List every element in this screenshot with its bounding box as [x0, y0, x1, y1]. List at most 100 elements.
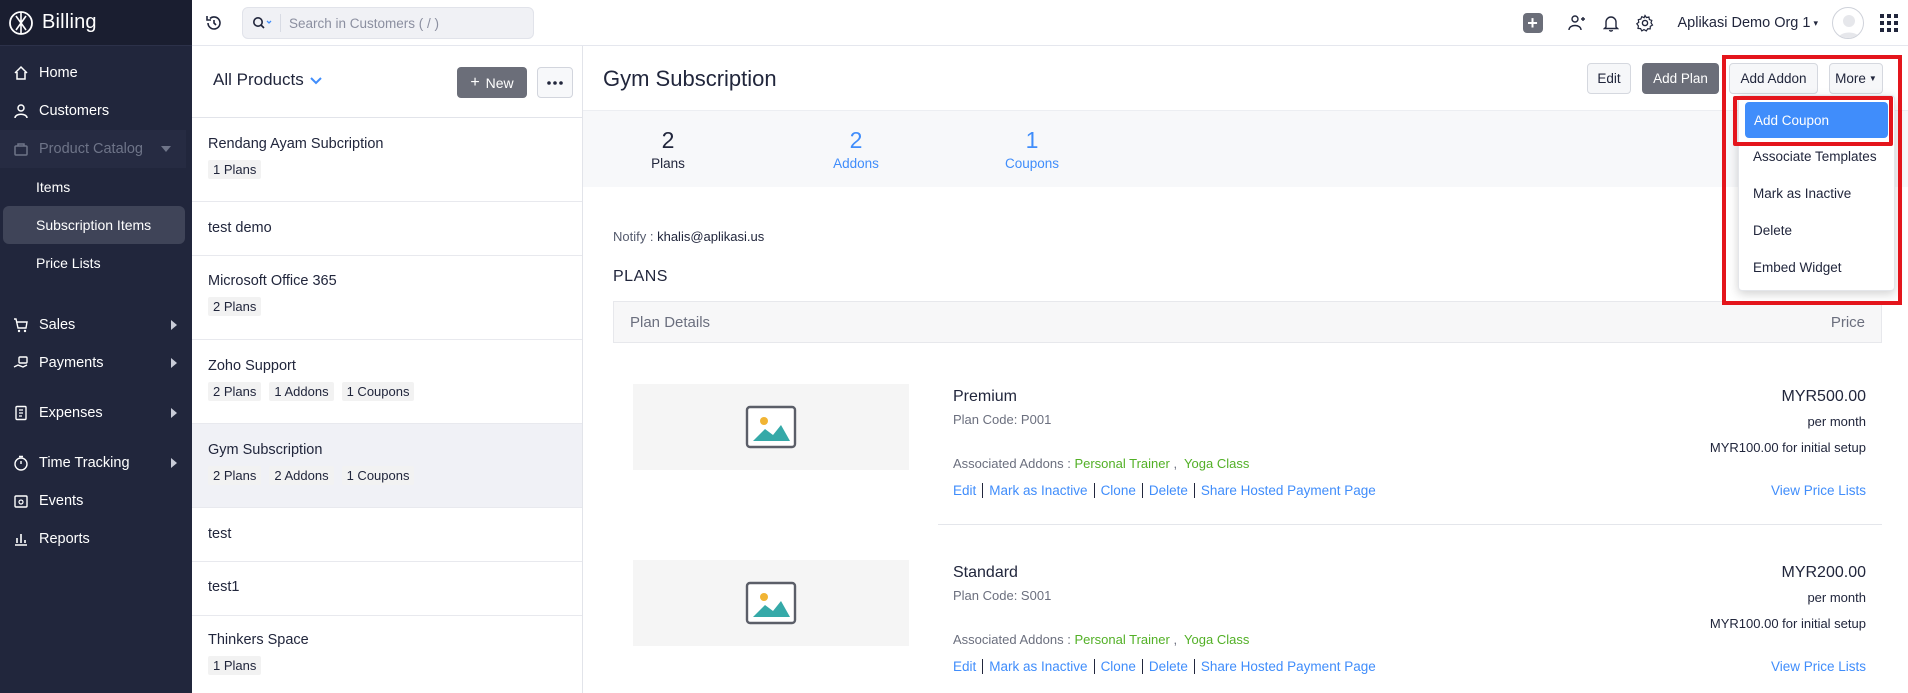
nav-label: Reports	[39, 531, 90, 547]
view-selector[interactable]: All Products	[213, 70, 322, 90]
plan-actions: Edit Mark as Inactive Clone Delete Share…	[953, 483, 1376, 498]
plans-tag: 2 Plans	[208, 382, 262, 401]
plan-image	[633, 384, 909, 470]
share-payment-page-link[interactable]: Share Hosted Payment Page	[1201, 483, 1376, 498]
stat-plans: 2 Plans	[583, 111, 753, 187]
edit-button[interactable]: Edit	[1587, 63, 1631, 94]
search-input[interactable]	[281, 15, 521, 31]
edit-link[interactable]: Edit	[953, 659, 976, 674]
search-icon[interactable]	[243, 14, 281, 32]
list-item[interactable]: test	[192, 508, 582, 562]
avatar[interactable]	[1832, 7, 1864, 39]
list-item[interactable]: Rendang Ayam Subcription 1 Plans	[192, 118, 582, 202]
plans-heading: PLANS	[613, 268, 668, 285]
plan-price: MYR200.00	[1781, 564, 1867, 581]
embed-widget-menu-item[interactable]: Embed Widget	[1739, 249, 1894, 286]
stat-label: Coupons	[1004, 156, 1060, 171]
bag-icon	[12, 140, 30, 158]
stat-coupons[interactable]: 1 Coupons	[959, 111, 1105, 187]
gear-icon[interactable]	[1634, 12, 1656, 34]
stat-addons[interactable]: 2 Addons	[753, 111, 959, 187]
edit-link[interactable]: Edit	[953, 483, 976, 498]
nav-label: Customers	[39, 103, 110, 119]
nav-subscription-items[interactable]: Subscription Items	[3, 206, 185, 244]
nav-home[interactable]: Home	[0, 54, 192, 92]
image-placeholder-icon	[745, 405, 797, 449]
nav-events[interactable]: Events	[0, 482, 192, 520]
org-name: Aplikasi Demo Org 1	[1677, 15, 1811, 31]
notify-line: Notify : khalis@aplikasi.us	[613, 229, 764, 244]
view-price-lists-link[interactable]: View Price Lists	[1771, 659, 1866, 674]
delete-menu-item[interactable]: Delete	[1739, 212, 1894, 249]
clone-link[interactable]: Clone	[1101, 659, 1136, 674]
product-name: Thinkers Space	[208, 632, 309, 648]
associate-templates-menu-item[interactable]: Associate Templates	[1739, 138, 1894, 175]
product-name: test demo	[208, 220, 272, 236]
history-icon[interactable]	[204, 13, 224, 33]
list-title: All Products	[213, 70, 304, 89]
product-name: Gym Subscription	[208, 442, 323, 458]
addons-tag: 2 Addons	[269, 466, 334, 485]
app-grid-icon[interactable]	[1880, 14, 1898, 32]
nav-expenses[interactable]: Expenses	[0, 394, 192, 432]
addons-tag: 1 Addons	[269, 382, 334, 401]
nav-price-lists[interactable]: Price Lists	[0, 244, 192, 282]
nav-sales[interactable]: Sales	[0, 306, 192, 344]
add-coupon-menu-item[interactable]: Add Coupon	[1745, 102, 1888, 138]
addons-label: Associated Addons :	[953, 632, 1071, 647]
nav-product-catalog[interactable]: Product Catalog	[0, 130, 186, 168]
mark-inactive-link[interactable]: Mark as Inactive	[989, 483, 1087, 498]
nav-time-tracking[interactable]: Time Tracking	[0, 444, 192, 482]
plus-icon: +	[470, 73, 480, 91]
quick-create-button[interactable]: +	[1522, 12, 1544, 34]
plans-table-header: Plan Details Price	[613, 301, 1882, 343]
add-plan-button[interactable]: Add Plan	[1642, 63, 1719, 94]
mark-inactive-menu-item[interactable]: Mark as Inactive	[1739, 175, 1894, 212]
delete-link[interactable]: Delete	[1149, 483, 1188, 498]
chevron-right-icon	[171, 358, 177, 368]
nav-label: Time Tracking	[39, 455, 130, 471]
stat-label: Plans	[651, 156, 685, 171]
addon-link[interactable]: Yoga Class	[1184, 456, 1249, 471]
view-price-lists-link[interactable]: View Price Lists	[1771, 483, 1866, 498]
nav-label: Payments	[39, 355, 104, 371]
more-button[interactable]: More ▼	[1829, 63, 1883, 94]
new-product-button[interactable]: + New	[457, 67, 527, 98]
brand[interactable]: Billing	[0, 0, 192, 46]
org-switcher[interactable]: Aplikasi Demo Org 1 ▾	[1678, 15, 1819, 31]
bar-chart-icon	[12, 530, 30, 548]
list-item[interactable]: test demo	[192, 202, 582, 256]
list-item[interactable]: test1	[192, 562, 582, 616]
mark-inactive-link[interactable]: Mark as Inactive	[989, 659, 1087, 674]
product-name: test	[208, 526, 232, 542]
coupons-tag: 1 Coupons	[341, 382, 415, 401]
share-payment-page-link[interactable]: Share Hosted Payment Page	[1201, 659, 1376, 674]
new-button-label: New	[485, 74, 514, 91]
nav-label: Events	[39, 493, 84, 509]
list-item[interactable]: Zoho Support 2 Plans 1 Addons 1 Coupons	[192, 340, 582, 424]
list-item[interactable]: Microsoft Office 365 2 Plans	[192, 256, 582, 340]
addon-link[interactable]: Yoga Class	[1184, 632, 1249, 647]
add-addon-button[interactable]: Add Addon	[1729, 63, 1818, 94]
nav-customers[interactable]: Customers	[0, 92, 192, 130]
nav-label: Home	[39, 65, 78, 81]
nav-payments[interactable]: Payments	[0, 344, 192, 382]
price-header: Price	[1830, 313, 1865, 331]
delete-link[interactable]: Delete	[1149, 659, 1188, 674]
clone-link[interactable]: Clone	[1101, 483, 1136, 498]
chevron-right-icon	[171, 408, 177, 418]
addons-label: Associated Addons :	[953, 456, 1071, 471]
nav-items[interactable]: Items	[0, 168, 192, 206]
payments-icon	[12, 354, 30, 372]
bell-icon[interactable]	[1600, 12, 1622, 34]
more-options-button[interactable]	[537, 67, 573, 98]
addon-link[interactable]: Personal Trainer	[1074, 632, 1169, 647]
billing-period: per month	[1807, 590, 1866, 605]
nav-label: Product Catalog	[39, 141, 143, 157]
refer-icon[interactable]	[1566, 12, 1588, 34]
nav-reports[interactable]: Reports	[0, 520, 192, 558]
associated-addons: Associated Addons : Personal Trainer , Y…	[953, 632, 1250, 647]
addon-link[interactable]: Personal Trainer	[1074, 456, 1169, 471]
list-item-selected[interactable]: Gym Subscription 2 Plans 2 Addons 1 Coup…	[192, 424, 582, 508]
list-item[interactable]: Thinkers Space 1 Plans	[192, 616, 582, 693]
